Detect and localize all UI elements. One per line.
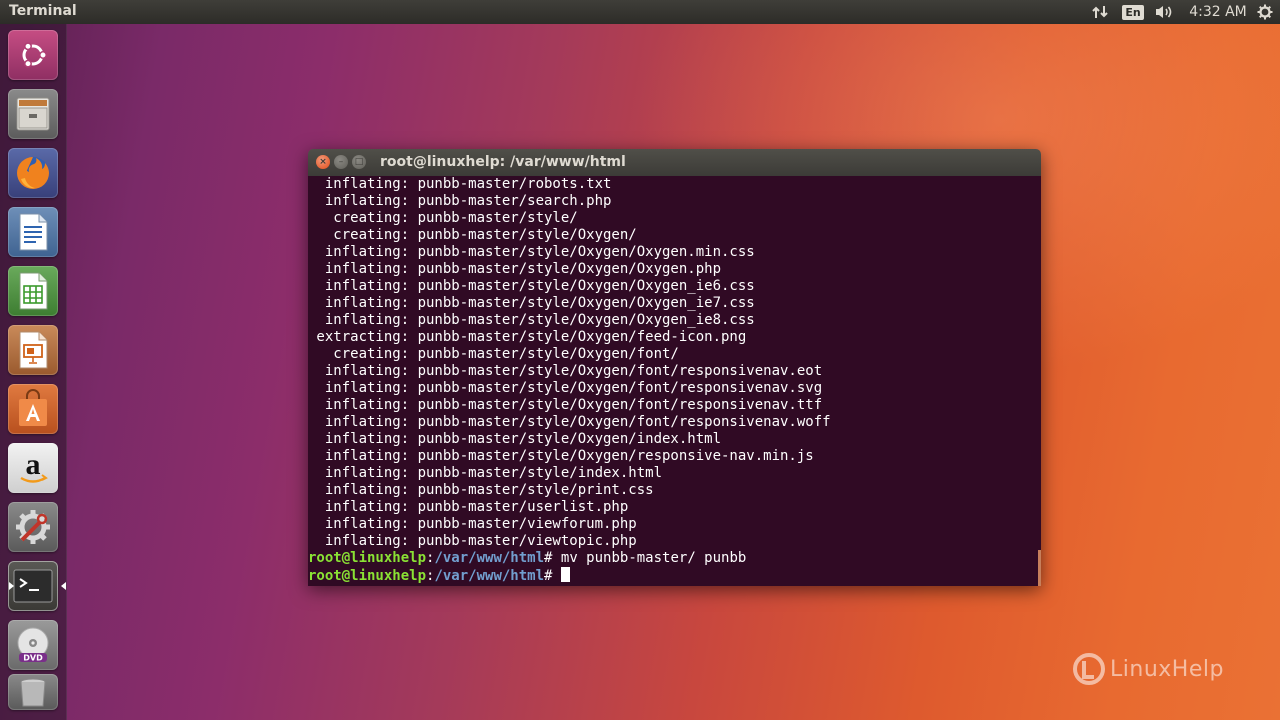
amazon-icon[interactable]: a [8,443,58,493]
prompt-symbol: # [544,568,561,584]
prompt-symbol: # [544,550,561,566]
output-line: inflating: punbb-master/viewforum.php [308,516,637,532]
output-line: inflating: punbb-master/style/Oxygen/fon… [308,363,823,379]
prompt-user: root@linuxhelp [308,568,427,584]
file-cabinet-icon[interactable] [8,89,58,139]
command-text: mv punbb-master/ punbb [560,550,747,566]
output-line: extracting: punbb-master/style/Oxygen/fe… [308,329,747,345]
ubuntu-logo-icon[interactable] [8,30,58,80]
active-app-title: Terminal [9,3,77,19]
network-indicator-icon[interactable] [1090,0,1110,24]
output-line: inflating: punbb-master/style/Oxygen/Oxy… [308,295,755,311]
output-line: inflating: punbb-master/robots.txt [308,176,612,192]
top-panel: Terminal En 4:32 AM [0,0,1280,24]
output-line: inflating: punbb-master/style/Oxygen/res… [308,448,814,464]
volume-icon[interactable] [1153,0,1175,24]
minimize-icon[interactable]: – [334,155,348,169]
output-line: inflating: punbb-master/style/Oxygen/Oxy… [308,261,722,277]
launcher: a DVD [0,24,67,720]
output-line: inflating: punbb-master/style/Oxygen/fon… [308,380,823,396]
output-line: inflating: punbb-master/style/index.html [308,465,663,481]
output-line: creating: punbb-master/style/ [308,210,578,226]
output-line: inflating: punbb-master/style/Oxygen/fon… [308,397,823,413]
prompt-line: root@linuxhelp:/var/www/html# mv punbb-m… [308,550,746,567]
settings-tools-icon[interactable] [8,502,58,552]
calc-spreadsheet-icon[interactable] [8,266,58,316]
output-line: inflating: punbb-master/style/Oxygen/Oxy… [308,312,755,328]
output-line: inflating: punbb-master/style/Oxygen/fon… [308,414,831,430]
output-line: inflating: punbb-master/style/print.css [308,482,654,498]
linuxhelp-logo-icon [1073,653,1105,685]
keyboard-layout-indicator[interactable]: En [1122,0,1144,24]
output-line: inflating: punbb-master/userlist.php [308,499,629,515]
watermark-text: LinuxHelp [1110,657,1224,682]
output-line: inflating: punbb-master/viewtopic.php [308,533,637,549]
terminal-scrollbar[interactable] [1038,550,1041,586]
software-bag-icon[interactable] [8,384,58,434]
prompt-path: /var/www/html [434,550,545,566]
output-line: creating: punbb-master/style/Oxygen/font… [308,346,679,362]
terminal-output[interactable]: inflating: punbb-master/robots.txt infla… [308,176,1041,586]
prompt-path: /var/www/html [434,568,545,584]
svg-text:DVD: DVD [23,654,43,663]
terminal-icon[interactable] [8,561,66,611]
terminal-window[interactable]: × – □ root@linuxhelp: /var/www/html infl… [308,149,1041,586]
text-cursor [560,567,570,582]
terminal-titlebar[interactable]: × – □ root@linuxhelp: /var/www/html [308,149,1041,176]
focused-indicator [61,582,66,590]
output-line: inflating: punbb-master/style/Oxygen/Oxy… [308,278,755,294]
maximize-icon[interactable]: □ [352,155,366,169]
clock[interactable]: 4:32 AM [1188,0,1248,24]
svg-text:a: a [26,449,41,481]
firefox-icon[interactable] [8,148,58,198]
window-title: root@linuxhelp: /var/www/html [380,154,626,170]
active-prompt-line[interactable]: root@linuxhelp:/var/www/html# [308,567,570,584]
trash-icon[interactable] [8,674,58,710]
output-line: inflating: punbb-master/style/Oxygen/ind… [308,431,722,447]
output-line: creating: punbb-master/style/Oxygen/ [308,227,637,243]
keyboard-layout-label: En [1122,4,1144,20]
prompt-user: root@linuxhelp [308,550,427,566]
output-line: inflating: punbb-master/style/Oxygen/Oxy… [308,244,755,260]
close-icon[interactable]: × [316,155,330,169]
session-gear-icon[interactable] [1255,0,1275,24]
linuxhelp-watermark: LinuxHelp [1072,652,1232,688]
running-indicator [9,582,14,590]
impress-presentation-icon[interactable] [8,325,58,375]
output-line: inflating: punbb-master/search.php [308,193,612,209]
writer-document-icon[interactable] [8,207,58,257]
dvd-icon[interactable]: DVD [8,620,58,670]
